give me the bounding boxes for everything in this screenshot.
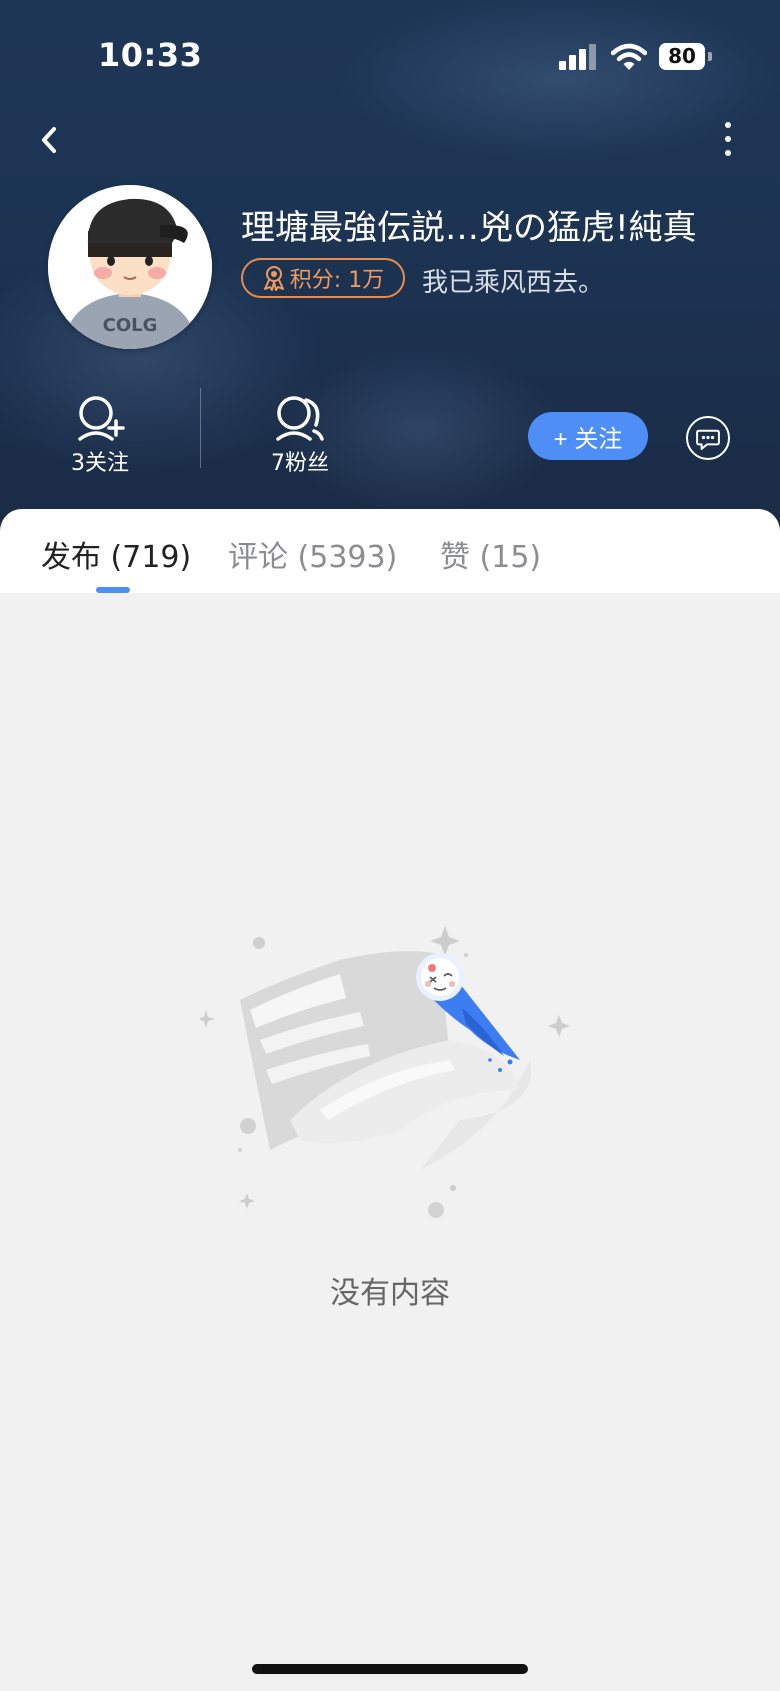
battery-level: 80: [659, 43, 705, 70]
avatar[interactable]: COLG: [48, 185, 212, 349]
tab-likes[interactable]: 赞 (15): [440, 532, 541, 576]
status-time: 10:33: [98, 36, 203, 74]
wifi-icon: [611, 43, 647, 70]
empty-state-illustration: [200, 926, 570, 1218]
profile-tabs: 发布 (719) 评论 (5393) 赞 (15): [0, 509, 780, 593]
signal-icon: [559, 44, 597, 70]
back-button[interactable]: [34, 120, 64, 160]
following-stat[interactable]: 3关注: [40, 393, 160, 477]
message-icon[interactable]: [686, 416, 730, 460]
avatar-image: COLG: [48, 185, 212, 349]
tab-comments[interactable]: 评论 (5393): [228, 532, 397, 576]
tab-posts[interactable]: 发布 (719): [41, 532, 191, 576]
following-count: 3关注: [71, 451, 129, 476]
stat-divider: [200, 388, 201, 468]
medal-icon: [263, 266, 284, 291]
username: 理塘最強伝説…兇の猛虎!純真: [241, 208, 697, 248]
svg-text:COLG: COLG: [103, 315, 158, 336]
fans-stat[interactable]: 7粉丝: [240, 393, 360, 477]
profile-header: 10:33 80 COLG 理塘最強伝説…兇の猛虎!純真 积分: 1万 我已乘风…: [0, 0, 780, 560]
points-label: 积分: 1万: [289, 268, 385, 293]
follow-button[interactable]: + 关注: [528, 412, 648, 460]
user-add-icon: [78, 396, 125, 441]
fans-count: 7粉丝: [271, 451, 329, 476]
tab-indicator: [96, 587, 130, 593]
bio-text: 我已乘风西去。: [422, 268, 605, 298]
battery-icon: 80: [659, 43, 712, 70]
points-badge[interactable]: 积分: 1万: [241, 258, 405, 298]
home-indicator: [252, 1664, 528, 1674]
more-menu-button[interactable]: [716, 120, 740, 158]
users-icon: [276, 396, 324, 441]
empty-state-text: 没有内容: [330, 1276, 450, 1311]
